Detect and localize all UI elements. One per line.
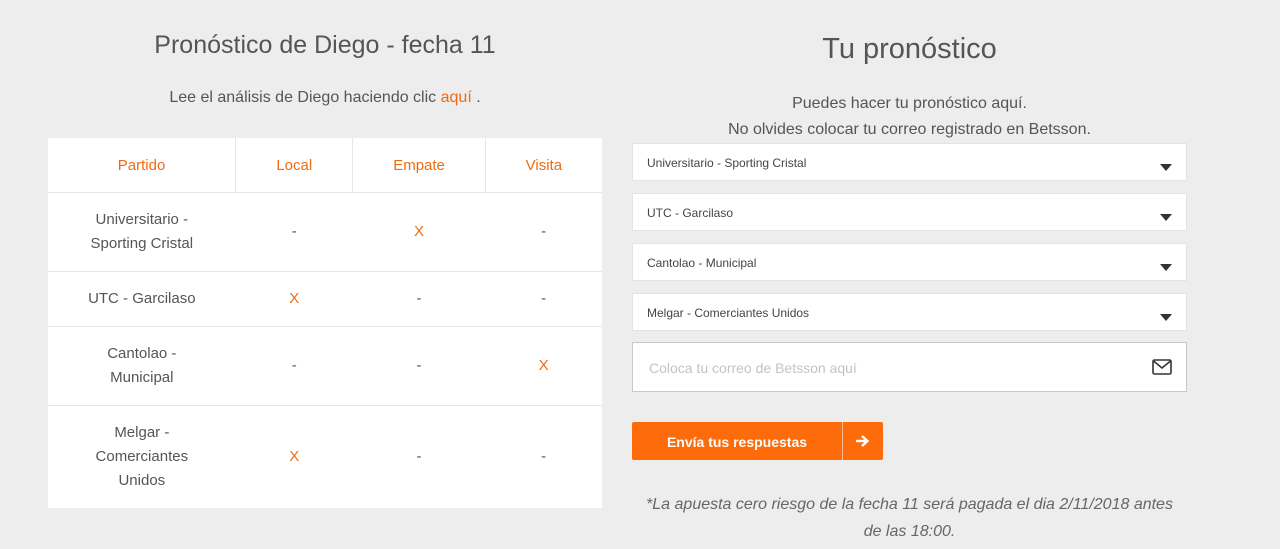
match-line: Comerciantes bbox=[95, 447, 189, 465]
match-cell: Universitario - Sporting Cristal bbox=[48, 192, 236, 272]
caret-down-icon bbox=[1160, 264, 1172, 271]
prediction-table: Partido Local Empate Visita Universitari… bbox=[48, 138, 602, 508]
disclaimer-note: *La apuesta cero riesgo de la fecha 11 s… bbox=[632, 491, 1187, 545]
table-row: Melgar - Comerciantes Unidos X - - bbox=[48, 405, 602, 508]
submit-divider bbox=[842, 422, 843, 460]
match-line: Universitario - bbox=[95, 211, 189, 228]
header-partido: Partido bbox=[48, 138, 237, 193]
visita-cell: X bbox=[485, 326, 602, 406]
header-empate: Empate bbox=[352, 138, 486, 193]
select-value: UTC - Garcilaso bbox=[647, 206, 734, 220]
match-cell: Melgar - Comerciantes Unidos bbox=[48, 405, 236, 508]
email-field-wrapper bbox=[632, 342, 1187, 392]
match-line: Unidos bbox=[118, 471, 166, 489]
match-line: Sporting Cristal bbox=[90, 235, 194, 252]
match-select-3[interactable]: Cantolao - Municipal bbox=[632, 243, 1187, 281]
analysis-text-prefix: Lee el análisis de Diego haciendo clic bbox=[169, 89, 437, 106]
caret-down-icon bbox=[1160, 164, 1172, 171]
select-value: Melgar - Comerciantes Unidos bbox=[647, 306, 810, 320]
arrow-right-icon bbox=[856, 435, 870, 447]
analysis-link[interactable]: aquí bbox=[441, 89, 472, 106]
match-line: Cantolao - bbox=[107, 345, 177, 362]
local-cell: - bbox=[235, 326, 353, 406]
local-cell: - bbox=[235, 192, 353, 272]
table-row: Cantolao - Municipal - - X bbox=[48, 326, 602, 406]
visita-cell: - bbox=[485, 271, 602, 327]
your-prediction-title: Tu pronóstico bbox=[822, 33, 997, 65]
local-cell: X bbox=[235, 271, 353, 327]
empate-cell: - bbox=[352, 326, 486, 406]
empate-cell: - bbox=[352, 405, 486, 508]
match-select-2[interactable]: UTC - Garcilaso bbox=[632, 193, 1187, 231]
analysis-text: Lee el análisis de Diego haciendo clic a… bbox=[48, 89, 602, 107]
table-row: Universitario - Sporting Cristal - X - bbox=[48, 192, 602, 272]
visita-cell: - bbox=[485, 405, 602, 508]
match-cell: UTC - Garcilaso bbox=[48, 271, 236, 327]
match-select-4[interactable]: Melgar - Comerciantes Unidos bbox=[632, 293, 1187, 331]
match-line: Municipal bbox=[110, 369, 174, 386]
email-field[interactable] bbox=[647, 356, 1131, 380]
table-row: UTC - Garcilaso X - - bbox=[48, 271, 602, 327]
instructions-line: No olvides colocar tu correo registrado … bbox=[728, 121, 1091, 138]
note-line: *La apuesta cero riesgo de la fecha 11 s… bbox=[646, 496, 1173, 513]
diego-prediction-title: Pronóstico de Diego - fecha 11 bbox=[154, 31, 496, 59]
submit-button[interactable]: Envía tus respuestas bbox=[632, 422, 883, 460]
match-line: Melgar - bbox=[114, 423, 170, 441]
header-local: Local bbox=[235, 138, 354, 193]
caret-down-icon bbox=[1160, 314, 1172, 321]
analysis-text-suffix: . bbox=[471, 89, 481, 106]
local-cell: X bbox=[235, 405, 353, 508]
empate-cell: - bbox=[352, 271, 486, 327]
match-line: UTC - Garcilaso bbox=[88, 290, 196, 307]
header-visita: Visita bbox=[485, 138, 602, 193]
envelope-icon bbox=[1152, 359, 1172, 375]
submit-button-label: Envía tus respuestas bbox=[666, 434, 808, 450]
match-select-1[interactable]: Universitario - Sporting Cristal bbox=[632, 143, 1187, 181]
match-cell: Cantolao - Municipal bbox=[48, 326, 236, 406]
your-prediction-instructions: Puedes hacer tu pronóstico aquí. No olvi… bbox=[632, 91, 1187, 143]
caret-down-icon bbox=[1160, 214, 1172, 221]
note-line: de las 18:00. bbox=[863, 523, 956, 540]
table-header-row: Partido Local Empate Visita bbox=[48, 138, 602, 193]
select-value: Universitario - Sporting Cristal bbox=[647, 156, 807, 170]
instructions-line: Puedes hacer tu pronóstico aquí. bbox=[792, 95, 1027, 112]
visita-cell: - bbox=[485, 192, 602, 272]
select-value: Cantolao - Municipal bbox=[647, 256, 757, 270]
empate-cell: X bbox=[352, 192, 486, 272]
